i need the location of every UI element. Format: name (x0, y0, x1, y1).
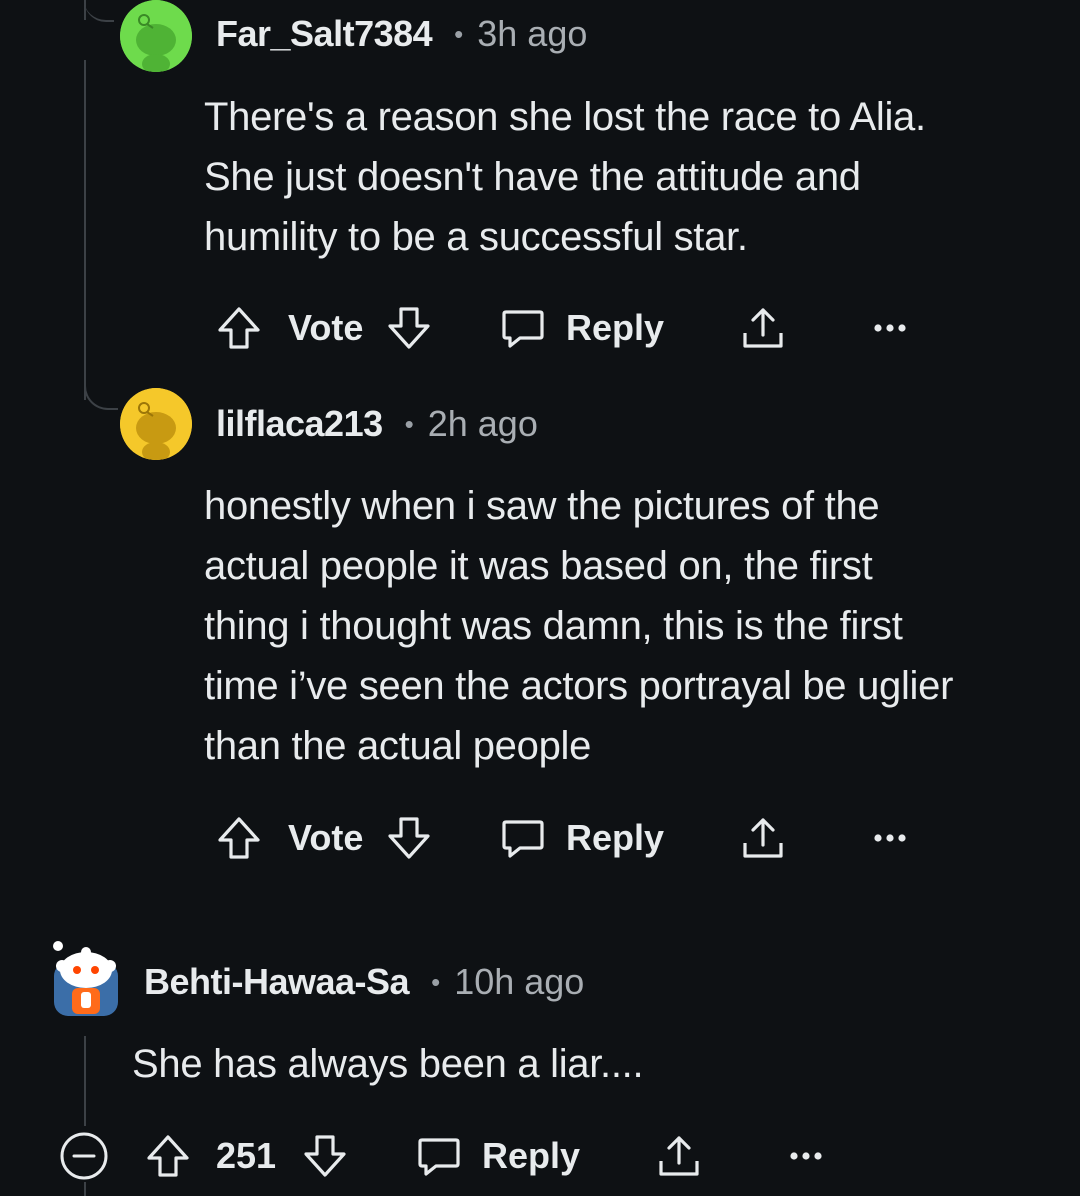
vote-label: Vote (288, 307, 364, 348)
comment-actions: Vote Reply (0, 298, 1080, 358)
snoo-custom-avatar-icon (53, 941, 118, 1016)
reply-button[interactable]: Reply (498, 298, 664, 358)
comment-body: There's a reason she lost the race to Al… (204, 87, 926, 267)
comment-body: honestly when i saw the pictures of the … (204, 476, 953, 776)
downvote-button[interactable] (384, 298, 434, 358)
comment-line: She just doesn't have the attitude and (204, 155, 861, 199)
comment-line: There's a reason she lost the race to Al… (204, 95, 926, 139)
upvote-icon (218, 307, 260, 349)
more-icon (874, 324, 906, 332)
username[interactable]: Behti-Hawaa-Sa (144, 961, 410, 1003)
reply-label: Reply (482, 1135, 581, 1176)
comment-line: actual people it was based on, the first (204, 544, 873, 588)
reply-button[interactable]: Reply (498, 808, 664, 868)
comment-body: She has always been a liar.... (132, 1034, 644, 1094)
avatar[interactable] (120, 0, 192, 72)
comment-line: She has always been a liar.... (132, 1042, 644, 1086)
avatar[interactable] (120, 388, 192, 460)
comment-line: thing i thought was damn, this is the fi… (204, 604, 903, 648)
share-button[interactable] (654, 1126, 704, 1186)
reply-label: Reply (566, 307, 665, 348)
collapse-thread-button[interactable] (58, 1126, 110, 1186)
snoo-avatar-icon (120, 0, 192, 72)
more-icon (874, 834, 906, 842)
share-button[interactable] (738, 298, 788, 358)
more-icon (790, 1152, 822, 1160)
downvote-icon (388, 817, 430, 859)
meta-separator: • (431, 966, 441, 997)
username[interactable]: lilflaca213 (216, 403, 383, 445)
downvote-button[interactable] (300, 1126, 350, 1186)
meta-separator: • (454, 18, 464, 49)
downvote-icon (388, 307, 430, 349)
more-options-button[interactable] (872, 808, 908, 868)
downvote-icon (304, 1135, 346, 1177)
upvote-icon (218, 817, 260, 859)
comment-line: time i’ve seen the actors portrayal be u… (204, 664, 954, 708)
username[interactable]: Far_Salt7384 (216, 13, 433, 55)
comment-meta: lilflaca213 • 2h ago (216, 402, 538, 446)
comment-meta: Far_Salt7384 • 3h ago (216, 12, 587, 56)
comment-line: honestly when i saw the pictures of the (204, 484, 880, 528)
upvote-button[interactable] (214, 298, 264, 358)
comment-actions: Vote Reply (0, 808, 1080, 868)
meta-separator: • (404, 408, 414, 439)
thread-curve-2 (84, 376, 118, 410)
comment-line: than the actual people (204, 724, 592, 768)
share-icon (743, 308, 783, 348)
comment-meta: Behti-Hawaa-Sa • 10h ago (144, 960, 584, 1004)
timestamp: 3h ago (477, 13, 588, 54)
avatar[interactable] (48, 940, 124, 1020)
snoo-avatar-icon (120, 388, 192, 460)
share-button[interactable] (738, 808, 788, 868)
reply-button[interactable]: Reply (414, 1126, 580, 1186)
upvote-button[interactable] (143, 1126, 193, 1186)
reply-icon (502, 820, 544, 858)
thread-curve-1 (84, 0, 114, 22)
timestamp: 2h ago (427, 403, 538, 444)
upvote-icon (147, 1135, 189, 1177)
more-options-button[interactable] (788, 1126, 824, 1186)
more-options-button[interactable] (872, 298, 908, 358)
thread-line[interactable] (84, 1036, 86, 1126)
downvote-button[interactable] (384, 808, 434, 868)
collapse-icon (60, 1132, 108, 1180)
reply-label: Reply (566, 817, 665, 858)
comment-line: humility to be a successful star. (204, 215, 748, 259)
vote-label: Vote (288, 817, 364, 858)
comment-actions: 251 Reply (0, 1126, 1080, 1186)
reply-icon (418, 1138, 460, 1176)
reply-icon (502, 310, 544, 348)
timestamp: 10h ago (454, 961, 585, 1002)
share-icon (659, 1136, 699, 1176)
upvote-button[interactable] (214, 808, 264, 868)
share-icon (743, 818, 783, 858)
vote-score: 251 (216, 1135, 277, 1176)
